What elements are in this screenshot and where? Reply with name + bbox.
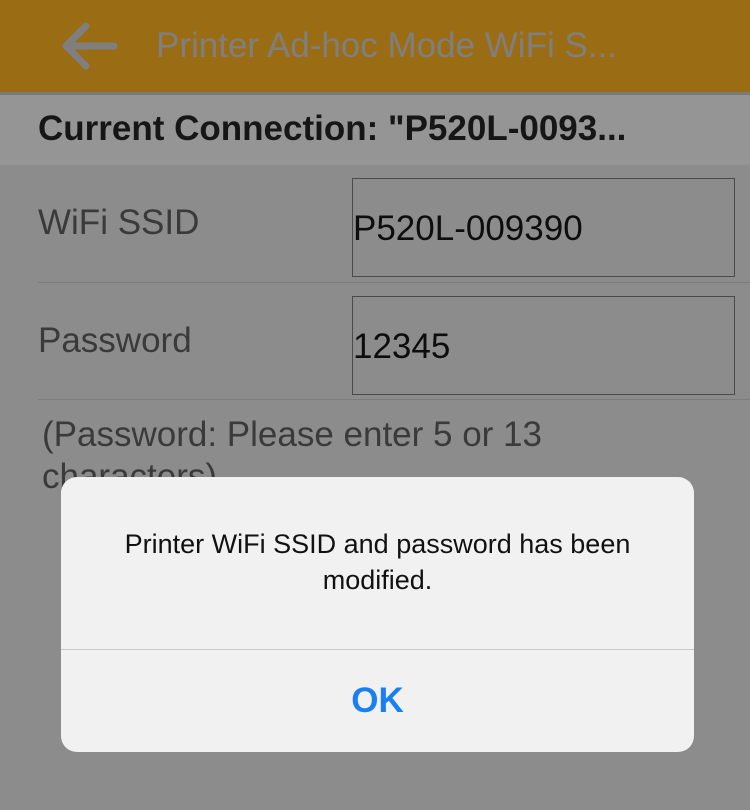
page-title: Printer Ad-hoc Mode WiFi S... (156, 26, 617, 65)
current-connection-label: Current Connection: "P520L-0093... (38, 109, 627, 148)
password-value: 12345 (353, 327, 451, 366)
password-label: Password (38, 321, 192, 360)
row-divider (38, 282, 750, 283)
ssid-label: WiFi SSID (38, 203, 200, 242)
arrow-left-icon[interactable] (60, 22, 118, 70)
ok-button[interactable]: OK (61, 650, 694, 752)
current-connection-bar: Current Connection: "P520L-0093... (0, 95, 750, 165)
ssid-value: P520L-009390 (353, 209, 583, 248)
row-divider (38, 399, 750, 400)
alert-message: Printer WiFi SSID and password has been … (124, 529, 631, 595)
alert-dialog: Printer WiFi SSID and password has been … (61, 477, 694, 752)
password-input[interactable]: 12345 (352, 296, 735, 395)
nav-bar: Printer Ad-hoc Mode WiFi S... (0, 0, 750, 92)
ssid-input[interactable]: P520L-009390 (352, 178, 735, 277)
